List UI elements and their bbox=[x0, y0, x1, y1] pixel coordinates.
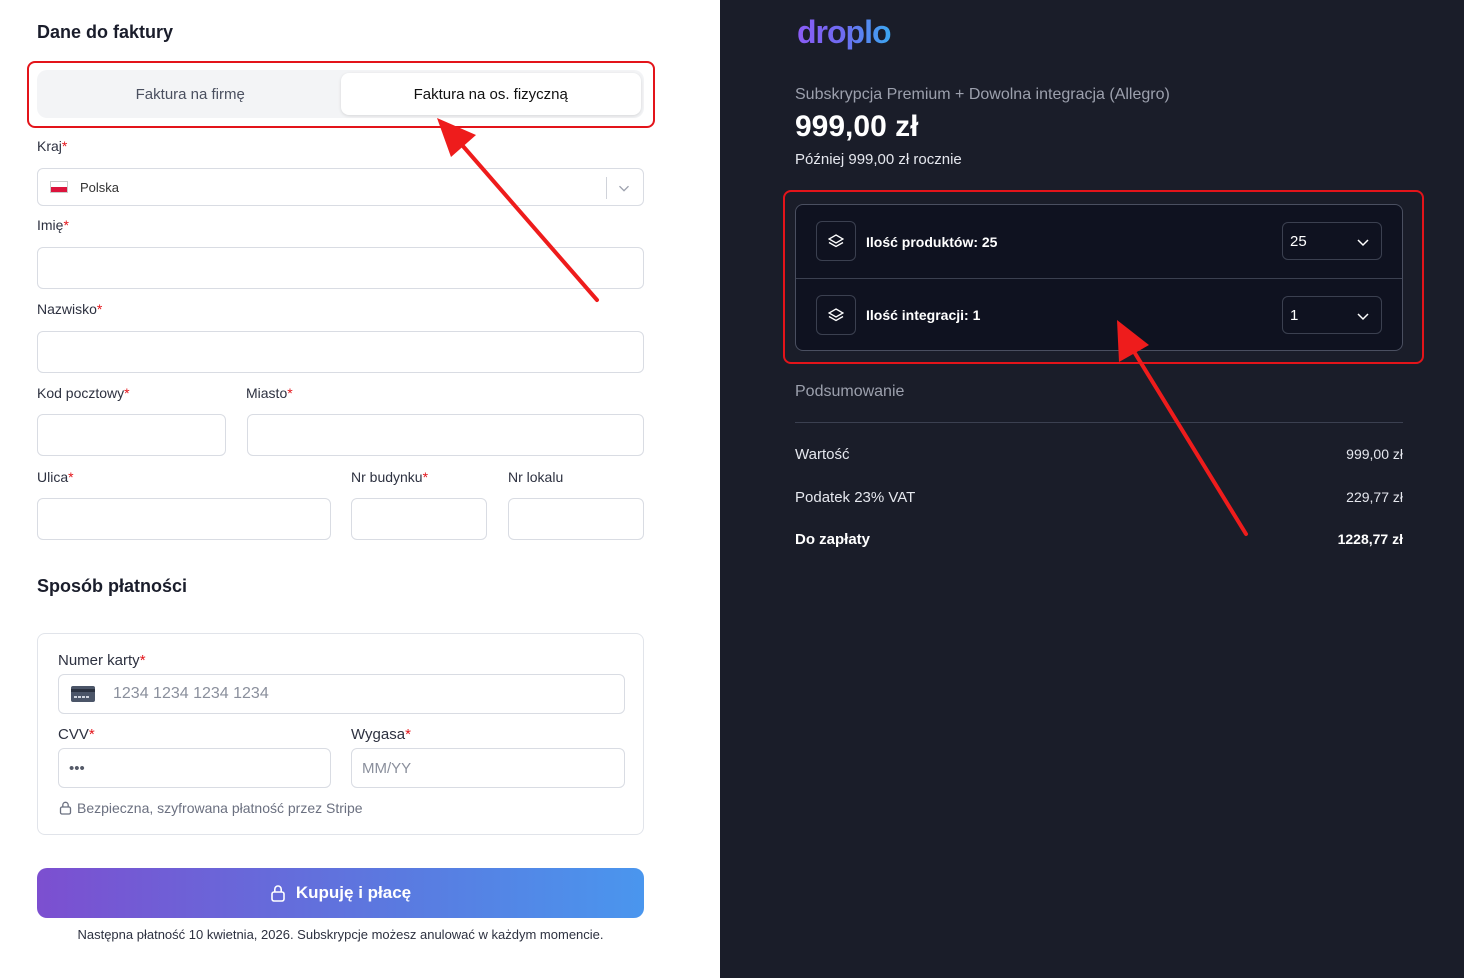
required-mark: * bbox=[287, 385, 293, 401]
country-label-text: Kraj bbox=[37, 138, 62, 154]
city-input[interactable] bbox=[247, 414, 644, 456]
street-label: Ulica* bbox=[37, 469, 74, 485]
summary-amount: 1228,77 zł bbox=[1337, 531, 1403, 547]
next-payment-note: Następna płatność 10 kwietnia, 2026. Sub… bbox=[77, 927, 604, 942]
secure-payment-note: Bezpieczna, szyfrowana płatność przez St… bbox=[59, 800, 363, 816]
apartment-no-label: Nr lokalu bbox=[508, 469, 564, 485]
first-name-input[interactable] bbox=[37, 247, 644, 289]
credit-card-icon bbox=[71, 686, 95, 702]
summary-amount: 229,77 zł bbox=[1346, 489, 1403, 505]
card-number-label-text: Numer karty bbox=[58, 652, 140, 669]
summary-row-total: Do zapłaty 1228,77 zł bbox=[795, 531, 1403, 548]
required-mark: * bbox=[88, 726, 95, 743]
building-no-label: Nr budynku* bbox=[351, 469, 428, 485]
cvv-label: CVV* bbox=[58, 726, 95, 743]
cvv-label-text: CVV bbox=[58, 726, 89, 743]
required-mark: * bbox=[405, 726, 411, 743]
order-summary-panel: droplo Subskrypcja Premium + Dowolna int… bbox=[720, 0, 1464, 978]
cvv-input[interactable]: ••• bbox=[58, 748, 331, 788]
lock-icon bbox=[59, 801, 72, 815]
cvv-placeholder: ••• bbox=[69, 759, 85, 777]
apartment-no-input[interactable] bbox=[508, 498, 644, 540]
payment-title: Sposób płatności bbox=[37, 576, 188, 596]
required-mark: * bbox=[422, 469, 429, 485]
required-mark: * bbox=[96, 301, 103, 317]
first-name-label: Imię* bbox=[37, 217, 69, 233]
select-divider bbox=[606, 177, 607, 199]
required-mark: * bbox=[139, 652, 146, 669]
country-value: Polska bbox=[80, 179, 120, 195]
summary-label: Podatek 23% VAT bbox=[795, 489, 916, 506]
required-mark: * bbox=[124, 385, 130, 401]
building-no-label-text: Nr budynku bbox=[351, 469, 423, 485]
last-name-label-text: Nazwisko bbox=[37, 301, 97, 317]
expiry-label-text: Wygasa bbox=[351, 726, 406, 743]
expiry-label: Wygasa* bbox=[351, 726, 411, 743]
card-number-input[interactable]: 1234 1234 1234 1234 bbox=[58, 674, 625, 714]
billing-title: Dane do faktury bbox=[37, 22, 174, 42]
secure-note-text: Bezpieczna, szyfrowana płatność przez St… bbox=[77, 800, 363, 816]
last-name-input[interactable] bbox=[37, 331, 644, 373]
street-input[interactable] bbox=[37, 498, 331, 540]
annotation-highlight-tabs bbox=[27, 61, 655, 128]
billing-panel: Dane do faktury Faktura na firmę Faktura… bbox=[0, 0, 720, 978]
card-number-placeholder: 1234 1234 1234 1234 bbox=[113, 685, 269, 702]
summary-row-vat: Podatek 23% VAT 229,77 zł bbox=[795, 489, 1403, 506]
street-label-text: Ulica bbox=[37, 469, 69, 485]
buy-button-label: Kupuję i płacę bbox=[295, 883, 412, 902]
droplo-logo: droplo bbox=[797, 14, 892, 50]
buy-and-pay-button[interactable]: Kupuję i płacę bbox=[37, 868, 644, 918]
postal-code-input[interactable] bbox=[37, 414, 226, 456]
summary-divider bbox=[795, 422, 1403, 423]
summary-label: Do zapłaty bbox=[795, 531, 871, 548]
lock-icon bbox=[271, 885, 285, 902]
summary-amount: 999,00 zł bbox=[1346, 446, 1403, 462]
plan-name: Subskrypcja Premium + Dowolna integracja… bbox=[795, 86, 1170, 103]
postal-code-label: Kod pocztowy* bbox=[37, 385, 130, 401]
required-mark: * bbox=[63, 217, 69, 233]
recurring-price: Później 999,00 zł rocznie bbox=[795, 151, 962, 168]
summary-row-value: Wartość 999,00 zł bbox=[795, 446, 1403, 463]
poland-flag-icon bbox=[50, 181, 68, 193]
city-label-text: Miasto bbox=[246, 385, 288, 401]
expiry-placeholder: MM/YY bbox=[362, 759, 412, 777]
required-mark: * bbox=[61, 138, 68, 154]
annotation-highlight-options bbox=[783, 190, 1424, 364]
required-mark: * bbox=[68, 469, 74, 485]
plan-price: 999,00 zł bbox=[795, 110, 919, 143]
city-label: Miasto* bbox=[246, 385, 293, 401]
country-label: Kraj* bbox=[37, 138, 67, 154]
summary-label: Wartość bbox=[795, 446, 850, 463]
card-number-label: Numer karty* bbox=[58, 652, 146, 669]
expiry-input[interactable]: MM/YY bbox=[351, 748, 625, 788]
building-no-input[interactable] bbox=[351, 498, 487, 540]
last-name-label: Nazwisko* bbox=[37, 301, 102, 317]
chevron-down-icon bbox=[619, 185, 629, 192]
postal-code-label-text: Kod pocztowy bbox=[37, 385, 125, 401]
summary-title: Podsumowanie bbox=[795, 383, 905, 400]
first-name-label-text: Imię bbox=[37, 217, 64, 233]
country-select[interactable]: Polska bbox=[37, 168, 644, 206]
